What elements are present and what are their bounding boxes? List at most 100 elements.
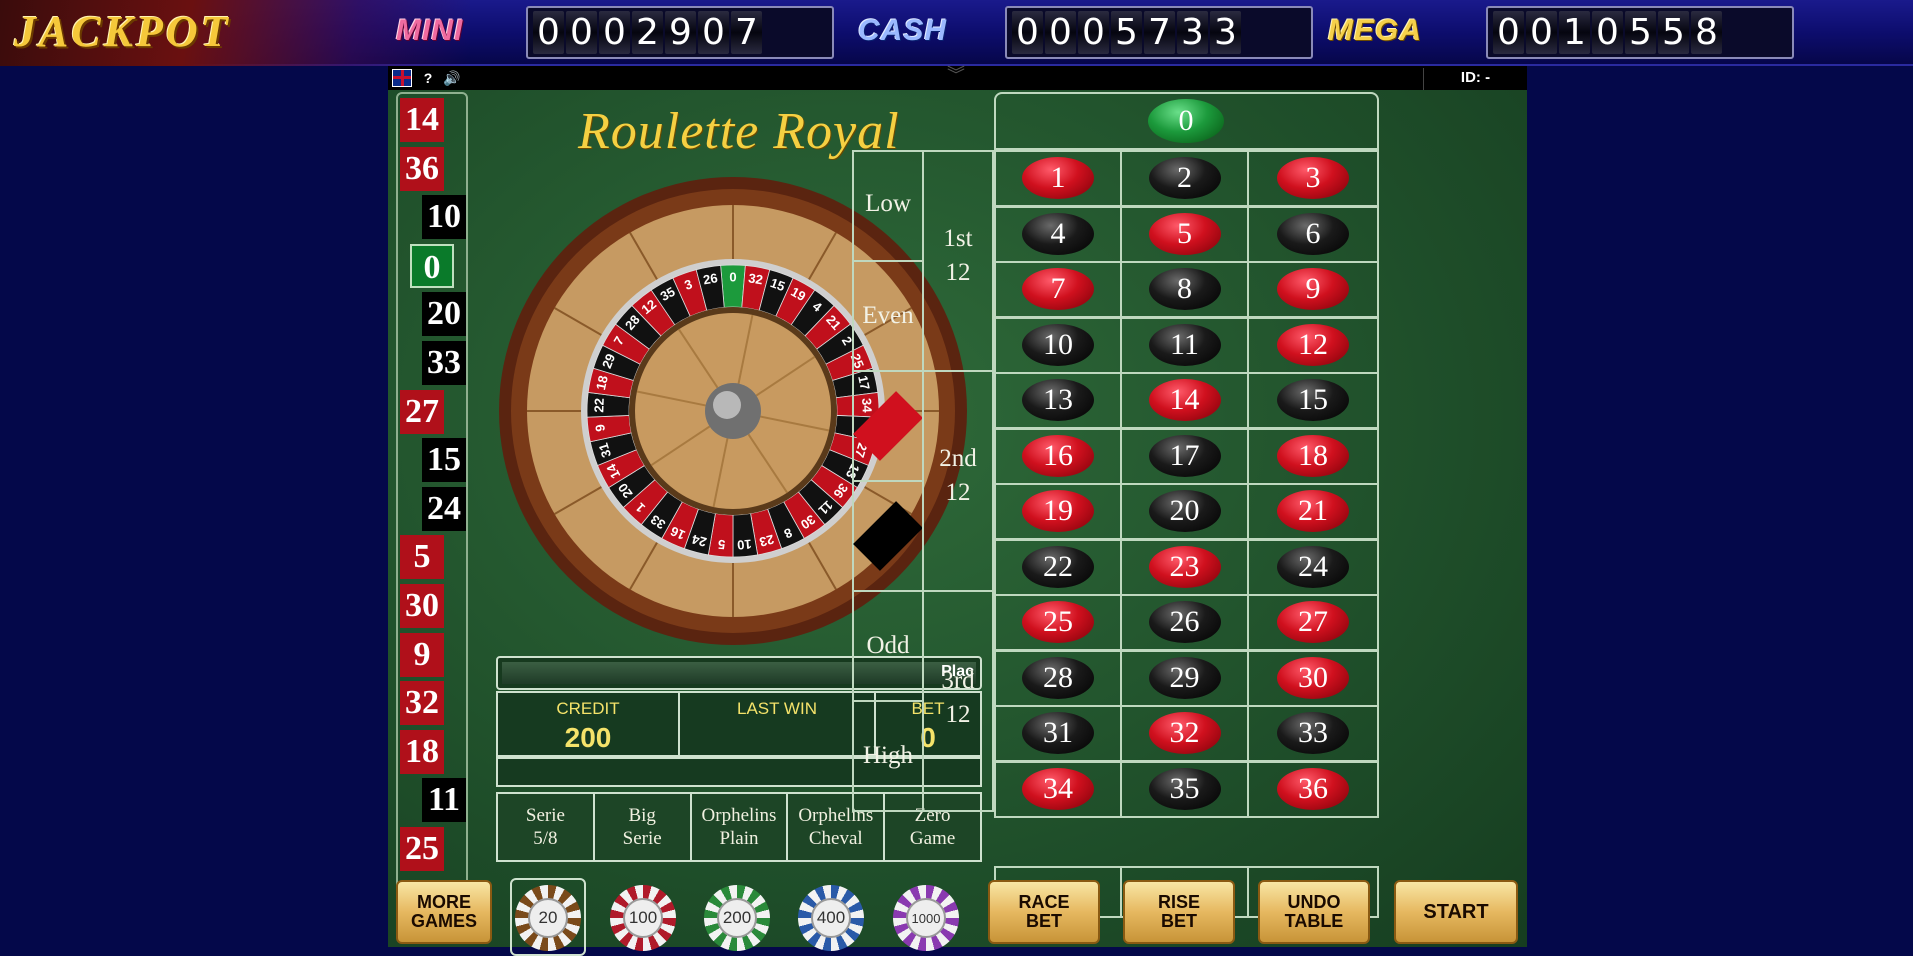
number-15[interactable]: 15 bbox=[1277, 379, 1349, 421]
number-2[interactable]: 2 bbox=[1148, 157, 1221, 199]
number-7[interactable]: 7 bbox=[1022, 268, 1094, 310]
more-games-line2: GAMES bbox=[410, 911, 477, 931]
chevron-down-icon[interactable]: ︾ bbox=[914, 66, 998, 90]
number-30[interactable]: 30 bbox=[1277, 656, 1349, 699]
counter-digit: 0 bbox=[1045, 11, 1076, 54]
history-number: 20 bbox=[422, 292, 466, 337]
chip-1000-value: 1000 bbox=[906, 898, 946, 938]
history-number: 0 bbox=[410, 243, 454, 288]
rise-bet-line2: BET bbox=[1160, 911, 1197, 931]
history-number: 11 bbox=[422, 778, 466, 823]
number-24[interactable]: 24 bbox=[1277, 545, 1349, 588]
undo-table-line1: UNDO bbox=[1287, 892, 1341, 912]
chip-400[interactable]: 400 bbox=[798, 885, 864, 951]
wheel-number: 22 bbox=[591, 398, 607, 413]
counter-digit: 5 bbox=[1625, 11, 1656, 54]
chip-1000[interactable]: 1000 bbox=[893, 885, 959, 951]
sound-icon[interactable]: 🔊 bbox=[442, 69, 462, 87]
last-win-label: LAST WIN bbox=[737, 699, 817, 718]
start-button[interactable]: START bbox=[1394, 880, 1518, 944]
counter-digit: 0 bbox=[1493, 11, 1524, 54]
number-10[interactable]: 10 bbox=[1022, 323, 1094, 366]
rise-bet-line1: RISE bbox=[1157, 892, 1200, 912]
special-bet-line2: Serie bbox=[622, 828, 662, 849]
jackpot-bar: JACKPOT MINI 0002907 CASH 0005733 MEGA 0… bbox=[0, 0, 1913, 66]
credit-label: CREDIT bbox=[556, 699, 620, 718]
dozen-3-label: 3rd 12 bbox=[922, 664, 994, 732]
help-icon[interactable]: ? bbox=[418, 69, 438, 87]
wheel-number: 10 bbox=[737, 536, 753, 552]
race-bet-line1: RACE bbox=[1018, 892, 1070, 912]
number-27[interactable]: 27 bbox=[1277, 601, 1349, 643]
counter-digit: 0 bbox=[599, 11, 630, 54]
uk-flag-icon[interactable] bbox=[392, 69, 412, 87]
counter-digit: 0 bbox=[1592, 11, 1623, 54]
serie-5-8-button[interactable]: Serie 5/8 bbox=[498, 794, 595, 860]
number-1[interactable]: 1 bbox=[1022, 157, 1094, 199]
number-25[interactable]: 25 bbox=[1022, 601, 1094, 643]
chip-200[interactable]: 200 bbox=[704, 885, 770, 951]
number-18[interactable]: 18 bbox=[1277, 434, 1349, 477]
chip-200-value: 200 bbox=[717, 898, 757, 938]
number-13[interactable]: 13 bbox=[1022, 379, 1094, 421]
chip-400-value: 400 bbox=[811, 898, 851, 938]
history-number: 24 bbox=[422, 486, 466, 531]
number-9[interactable]: 9 bbox=[1277, 268, 1349, 310]
rise-bet-button[interactable]: RISE BET bbox=[1123, 880, 1235, 944]
history-number: 32 bbox=[400, 681, 444, 726]
race-bet-button[interactable]: RACE BET bbox=[988, 880, 1100, 944]
orphelins-plain-button[interactable]: Orphelins Plain bbox=[692, 794, 789, 860]
number-12[interactable]: 12 bbox=[1277, 323, 1349, 366]
number-29[interactable]: 29 bbox=[1148, 656, 1221, 699]
special-bet-line1: Orphelins bbox=[701, 805, 777, 826]
number-28[interactable]: 28 bbox=[1022, 656, 1094, 699]
number-17[interactable]: 17 bbox=[1148, 434, 1221, 477]
number-11[interactable]: 11 bbox=[1148, 323, 1221, 366]
counter-digit: 7 bbox=[731, 11, 762, 54]
number-33[interactable]: 33 bbox=[1277, 712, 1349, 754]
history-number: 18 bbox=[400, 729, 444, 774]
history-column: 14 36 10 0 20 33 27 15 24 5 30 9 32 18 11 25 bbox=[396, 92, 468, 904]
number-23[interactable]: 23 bbox=[1148, 545, 1221, 588]
counter-digit: 3 bbox=[1210, 11, 1241, 54]
number-6[interactable]: 6 bbox=[1277, 212, 1349, 255]
number-4[interactable]: 4 bbox=[1022, 212, 1094, 255]
number-20[interactable]: 20 bbox=[1148, 490, 1221, 532]
number-36[interactable]: 36 bbox=[1277, 767, 1349, 810]
even-label: Even bbox=[862, 302, 914, 329]
undo-table-button[interactable]: UNDO TABLE bbox=[1258, 880, 1370, 944]
wheel-number: 5 bbox=[717, 537, 725, 553]
jackpot-mega-label: MEGA bbox=[1328, 14, 1422, 47]
number-35[interactable]: 35 bbox=[1148, 767, 1221, 810]
chip-20[interactable]: 20 bbox=[515, 885, 581, 951]
chip-100[interactable]: 100 bbox=[610, 885, 676, 951]
number-32[interactable]: 32 bbox=[1148, 712, 1221, 754]
counter-digit: 9 bbox=[665, 11, 696, 54]
number-19[interactable]: 19 bbox=[1022, 490, 1094, 532]
jackpot-cash-counter: 0005733 bbox=[1005, 6, 1313, 59]
counter-digit: 2 bbox=[632, 11, 663, 54]
top-strip: ? 🔊 ︾ ID: - bbox=[388, 66, 1527, 90]
number-21[interactable]: 21 bbox=[1277, 490, 1349, 532]
number-26[interactable]: 26 bbox=[1148, 601, 1221, 643]
number-31[interactable]: 31 bbox=[1022, 712, 1094, 754]
number-8[interactable]: 8 bbox=[1148, 268, 1221, 310]
history-number: 25 bbox=[400, 827, 444, 871]
dozen-1-label: 1st 12 bbox=[922, 222, 994, 290]
number-34[interactable]: 34 bbox=[1022, 767, 1094, 810]
number-16[interactable]: 16 bbox=[1022, 434, 1094, 477]
number-14[interactable]: 14 bbox=[1148, 379, 1221, 421]
high-label: High bbox=[863, 742, 913, 769]
number-0[interactable]: 0 bbox=[1148, 99, 1224, 143]
more-games-button[interactable]: MORE GAMES bbox=[396, 880, 492, 944]
dozen-2-line1: 2nd bbox=[939, 445, 977, 472]
counter-digit: 0 bbox=[566, 11, 597, 54]
counter-digit: 7 bbox=[1144, 11, 1175, 54]
number-5[interactable]: 5 bbox=[1148, 212, 1221, 255]
number-3[interactable]: 3 bbox=[1277, 157, 1349, 199]
credit-box: CREDIT 200 bbox=[496, 691, 680, 757]
history-number: 9 bbox=[400, 632, 444, 677]
big-serie-button[interactable]: Big Serie bbox=[595, 794, 692, 860]
dozen-1-line2: 12 bbox=[945, 259, 971, 286]
number-22[interactable]: 22 bbox=[1022, 545, 1094, 588]
